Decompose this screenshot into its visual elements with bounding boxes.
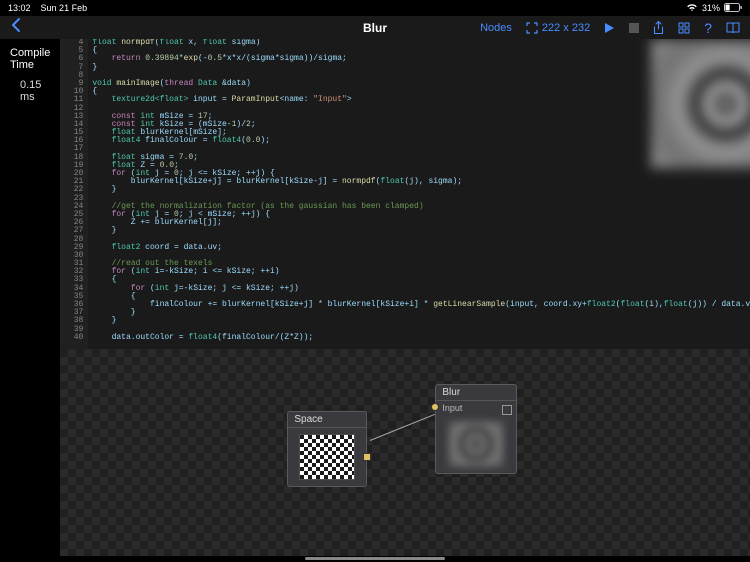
status-time: 13:02 <box>8 3 31 13</box>
status-left: 13:02 Sun 21 Feb <box>8 3 87 13</box>
code-line[interactable]: } <box>92 186 750 194</box>
back-button[interactable] <box>10 20 22 37</box>
dimensions-label: 222 x 232 <box>542 22 590 34</box>
main: Compile Time 0.15 ms 4567891011121314151… <box>0 39 750 556</box>
status-right: 31% <box>686 3 742 14</box>
nodes-button[interactable]: Nodes <box>480 22 512 34</box>
node-connection <box>370 414 435 441</box>
play-button[interactable] <box>604 22 615 34</box>
help-button[interactable]: ? <box>704 20 712 36</box>
code-line[interactable]: for (int j=-kSize; j <= kSize; ++j) <box>92 285 750 293</box>
code-gutter: 4567891011121314151617181920212223242526… <box>60 39 88 349</box>
compile-time-value: 0.15 ms <box>10 79 50 103</box>
sidebar: Compile Time 0.15 ms <box>0 39 60 556</box>
wifi-icon <box>686 3 698 14</box>
node-space-output-port[interactable] <box>363 453 371 461</box>
code-line[interactable]: } <box>92 317 750 325</box>
node-blur-input-row: Input <box>436 401 516 415</box>
line-number: 40 <box>60 334 83 342</box>
code-line[interactable]: finalColour += blurKernel[kSize+j] * blu… <box>92 301 750 309</box>
node-space-title: Space <box>288 412 366 428</box>
code-line[interactable]: blurKernel[kSize+j] = blurKernel[kSize-j… <box>92 178 750 186</box>
share-button[interactable] <box>653 21 664 35</box>
code-line[interactable]: for (int i=-kSize; i <= kSize; ++i) <box>92 268 750 276</box>
node-blur-input-label: Input <box>442 403 462 413</box>
grid-icon[interactable] <box>678 22 690 34</box>
node-blur-thumb <box>448 421 504 467</box>
preview-thumbnail[interactable] <box>650 39 750 169</box>
node-blur-output-indicator[interactable] <box>502 405 512 415</box>
code-line[interactable]: data.outColor = float4(finalColour/(Z*Z)… <box>92 334 750 342</box>
nav-left <box>10 17 22 38</box>
node-blur-title: Blur <box>436 385 516 401</box>
node-space[interactable]: Space <box>287 411 367 487</box>
node-blur[interactable]: Blur Input <box>435 384 517 474</box>
dimensions-button[interactable]: 222 x 232 <box>526 22 590 34</box>
status-bar: 13:02 Sun 21 Feb 31% <box>0 0 750 16</box>
code-line[interactable]: } <box>92 227 750 235</box>
code-line[interactable]: float2 coord = data.uv; <box>92 244 750 252</box>
battery-icon <box>724 3 742 14</box>
node-blur-input-port[interactable] <box>431 403 439 411</box>
content: 4567891011121314151617181920212223242526… <box>60 39 750 556</box>
status-date: Sun 21 Feb <box>41 3 88 13</box>
code-line[interactable]: Z += blurKernel[j]; <box>92 219 750 227</box>
code-line[interactable]: } <box>92 309 750 317</box>
node-graph[interactable]: Space Blur Input <box>60 349 750 556</box>
nav-right-tools: Nodes 222 x 232 ? <box>480 20 740 36</box>
node-space-thumb <box>299 434 355 480</box>
battery-percent: 31% <box>702 3 720 13</box>
home-indicator[interactable] <box>305 557 445 561</box>
stop-button[interactable] <box>629 23 639 33</box>
nav-bar: Blur Nodes 222 x 232 ? <box>0 16 750 39</box>
book-icon[interactable] <box>726 22 740 34</box>
code-editor[interactable]: 4567891011121314151617181920212223242526… <box>60 39 750 349</box>
compile-time-title: Compile Time <box>10 47 50 71</box>
